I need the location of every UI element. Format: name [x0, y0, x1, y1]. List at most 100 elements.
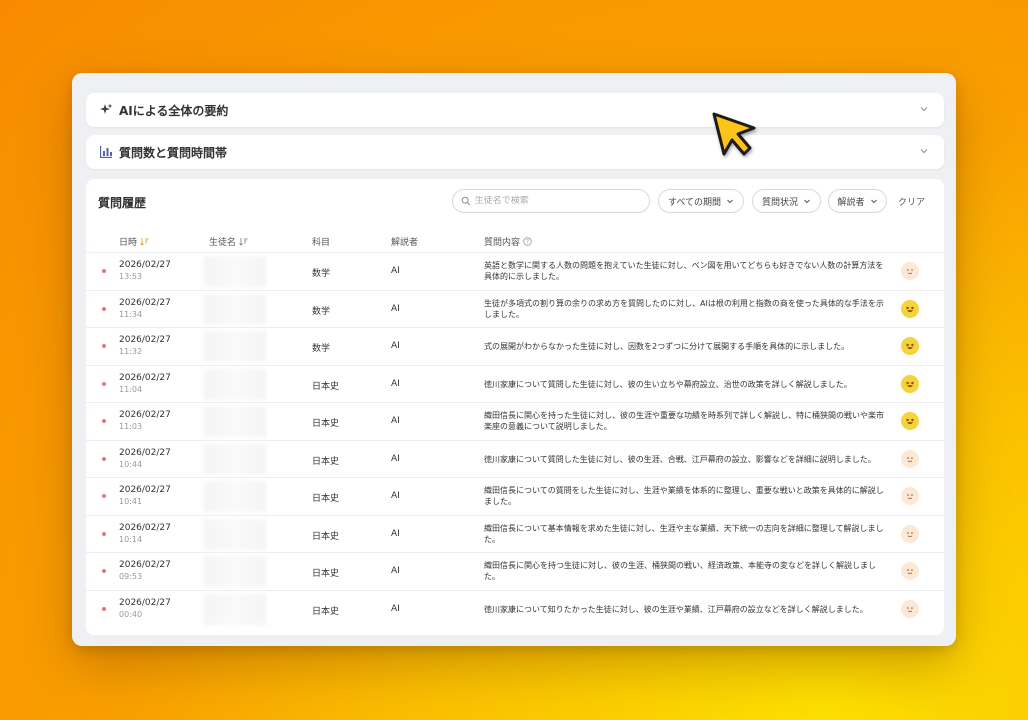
- row-time: 13:53: [119, 272, 143, 281]
- solver-filter-label: 解説者: [837, 197, 865, 208]
- question-stats-accordion[interactable]: 質問数と質問時間帯: [86, 135, 944, 169]
- student-name-blurred: [204, 331, 266, 362]
- unread-dot: [102, 456, 106, 461]
- neutral-face-icon: [901, 599, 919, 618]
- neutral-face-icon: [901, 562, 919, 580]
- column-subject: 科目: [312, 238, 331, 248]
- row-subject: 日本史: [312, 494, 340, 504]
- row-solver: AI: [391, 378, 400, 389]
- row-content: 式の展開がわからなかった生徒に対し、因数を2つずつに分けて展開する手順を具体的に…: [484, 342, 850, 351]
- row-date: 2026/02/27: [119, 410, 171, 420]
- app-window: AIによる全体の要約 質問数と質問時間帯 質問履歴 すべての期間 質問状況 解説…: [72, 73, 956, 646]
- row-content: 織田信長について基本情報を求めた生徒に対し、生涯や主な業績、天下統一の志向を詳細…: [484, 523, 884, 544]
- row-time: 11:04: [119, 384, 143, 394]
- question-stats-title: 質問数と質問時間帯: [119, 145, 228, 160]
- unread-dot: [102, 269, 106, 273]
- row-content: 徳川家康について質問した生徒に対し、彼の生涯、合戦、江戸幕府の設立、影響などを詳…: [484, 454, 876, 464]
- column-student[interactable]: 生徒名: [209, 235, 248, 248]
- row-subject: 日本史: [312, 569, 340, 579]
- row-solver: AI: [391, 603, 400, 614]
- row-date: 2026/02/27: [119, 260, 171, 270]
- sparkle-icon: [98, 102, 114, 118]
- row-time: 11:03: [119, 422, 143, 431]
- student-name-blurred: [204, 368, 266, 400]
- neutral-face-icon: [901, 449, 919, 468]
- student-name-blurred: [204, 406, 266, 437]
- question-history-panel: 質問履歴 すべての期間 質問状況 解説者 クリア 日時 生徒名: [86, 179, 944, 635]
- row-content: 徳川家康について知りたかった生徒に対し、彼の生涯や業績、江戸幕府の設立などを詳し…: [484, 604, 868, 614]
- table-row[interactable]: 2026/02/27 00:40 日本史 AI 徳川家康について知りたかった生徒に対し、…: [86, 589, 944, 628]
- chevron-down-icon: [804, 199, 810, 204]
- chevron-down-icon: [870, 199, 877, 204]
- table-row[interactable]: 2026/02/27 11:32 数学 AI 式の展開がわからなかった生徒に対し、因数を…: [86, 327, 944, 365]
- row-date: 2026/02/27: [119, 447, 171, 458]
- student-name-blurred: [204, 293, 266, 325]
- row-solver: AI: [391, 341, 400, 351]
- happy-face-icon: [901, 374, 919, 393]
- row-content: 英語と数学に関する人数の問題を抱えていた生徒に対し、ベン図を用いてどちらも好きで…: [484, 261, 884, 281]
- row-date: 2026/02/27: [119, 597, 171, 608]
- row-content: 織田信長に関心を持った生徒に対し、彼の生涯や重要な功績を時系列で詳しく解説し、特…: [484, 411, 884, 431]
- row-solver: AI: [391, 266, 400, 276]
- solver-filter-dropdown[interactable]: 解説者: [828, 189, 887, 213]
- svg-text:?: ?: [526, 239, 529, 246]
- happy-face-icon: [901, 337, 919, 355]
- row-date: 2026/02/27: [119, 335, 171, 345]
- unread-dot: [102, 306, 106, 311]
- unread-dot: [102, 494, 106, 498]
- column-date[interactable]: 日時: [119, 235, 149, 248]
- student-name-blurred: [204, 556, 266, 587]
- row-date: 2026/02/27: [119, 485, 171, 495]
- table-row[interactable]: 2026/02/27 09:53 日本史 AI 織田信長に関心を持つ生徒に対し、彼の生涯…: [86, 552, 944, 590]
- table-header: 日時 生徒名 科目 解説者 質問内容 ?: [86, 231, 944, 253]
- row-subject: 日本史: [312, 381, 340, 392]
- happy-face-icon: [901, 299, 919, 318]
- unread-dot: [102, 419, 106, 423]
- table-row[interactable]: 2026/02/27 11:03 日本史 AI 織田信長に関心を持った生徒に対し、彼の生…: [86, 402, 944, 440]
- question-history-title: 質問履歴: [98, 196, 147, 210]
- period-filter-dropdown[interactable]: すべての期間: [658, 189, 744, 213]
- table-row[interactable]: 2026/02/27 11:34 数学 AI 生徒が多項式の割り算の余りの求め方を質問し…: [86, 289, 944, 328]
- row-time: 10:14: [119, 534, 143, 544]
- row-time: 11:34: [119, 309, 143, 319]
- table-row[interactable]: 2026/02/27 11:04 日本史 AI 徳川家康について質問した生徒に対し、彼の…: [86, 364, 944, 403]
- search-icon: [461, 196, 471, 206]
- row-time: 00:40: [119, 609, 143, 619]
- help-icon[interactable]: ?: [523, 237, 532, 246]
- row-content: 徳川家康について質問した生徒に対し、彼の生い立ちや幕府設立、治世の政策を詳しく解…: [484, 379, 852, 389]
- table-row[interactable]: 2026/02/27 10:44 日本史 AI 徳川家康について質問した生徒に対し、彼の…: [86, 439, 944, 478]
- clear-button[interactable]: クリア: [898, 195, 925, 208]
- unread-dot: [102, 606, 106, 611]
- chevron-down-icon[interactable]: [918, 145, 930, 157]
- unread-dot: [102, 531, 106, 536]
- row-solver: AI: [391, 566, 400, 576]
- column-content: 質問内容 ?: [484, 235, 532, 248]
- row-subject: 日本史: [312, 419, 340, 429]
- row-solver: AI: [391, 416, 400, 426]
- unread-dot: [102, 381, 106, 386]
- row-subject: 日本史: [312, 531, 340, 542]
- row-subject: 日本史: [312, 606, 340, 617]
- row-solver: AI: [391, 453, 400, 464]
- sort-icon[interactable]: [239, 237, 248, 246]
- student-search[interactable]: [452, 189, 650, 213]
- bar-chart-icon: [98, 144, 114, 160]
- row-subject: 数学: [312, 269, 331, 279]
- row-subject: 数学: [312, 344, 331, 354]
- row-content: 織田信長についての質問をした生徒に対し、生涯や業績を体系的に整理し、重要な戦いと…: [484, 486, 884, 506]
- question-list: 2026/02/27 13:53 数学 AI 英語と数学に関する人数の問題を抱えていた生…: [86, 252, 944, 627]
- neutral-face-icon: [901, 524, 919, 543]
- period-filter-label: すべての期間: [667, 197, 721, 208]
- table-row[interactable]: 2026/02/27 13:53 数学 AI 英語と数学に関する人数の問題を抱えていた生…: [86, 252, 944, 290]
- search-input[interactable]: [474, 196, 641, 206]
- status-filter-dropdown[interactable]: 質問状況: [752, 189, 821, 213]
- table-row[interactable]: 2026/02/27 10:14 日本史 AI 織田信長について基本情報を求めた生徒に対…: [86, 514, 944, 553]
- table-row[interactable]: 2026/02/27 10:41 日本史 AI 織田信長についての質問をした生徒に対し、…: [86, 477, 944, 515]
- ai-summary-accordion[interactable]: AIによる全体の要約: [86, 93, 944, 127]
- chevron-down-icon[interactable]: [918, 103, 930, 115]
- row-subject: 数学: [312, 306, 331, 317]
- row-date: 2026/02/27: [119, 297, 171, 308]
- sort-icon[interactable]: [140, 237, 149, 246]
- row-time: 11:32: [119, 347, 143, 356]
- neutral-face-icon: [901, 262, 919, 280]
